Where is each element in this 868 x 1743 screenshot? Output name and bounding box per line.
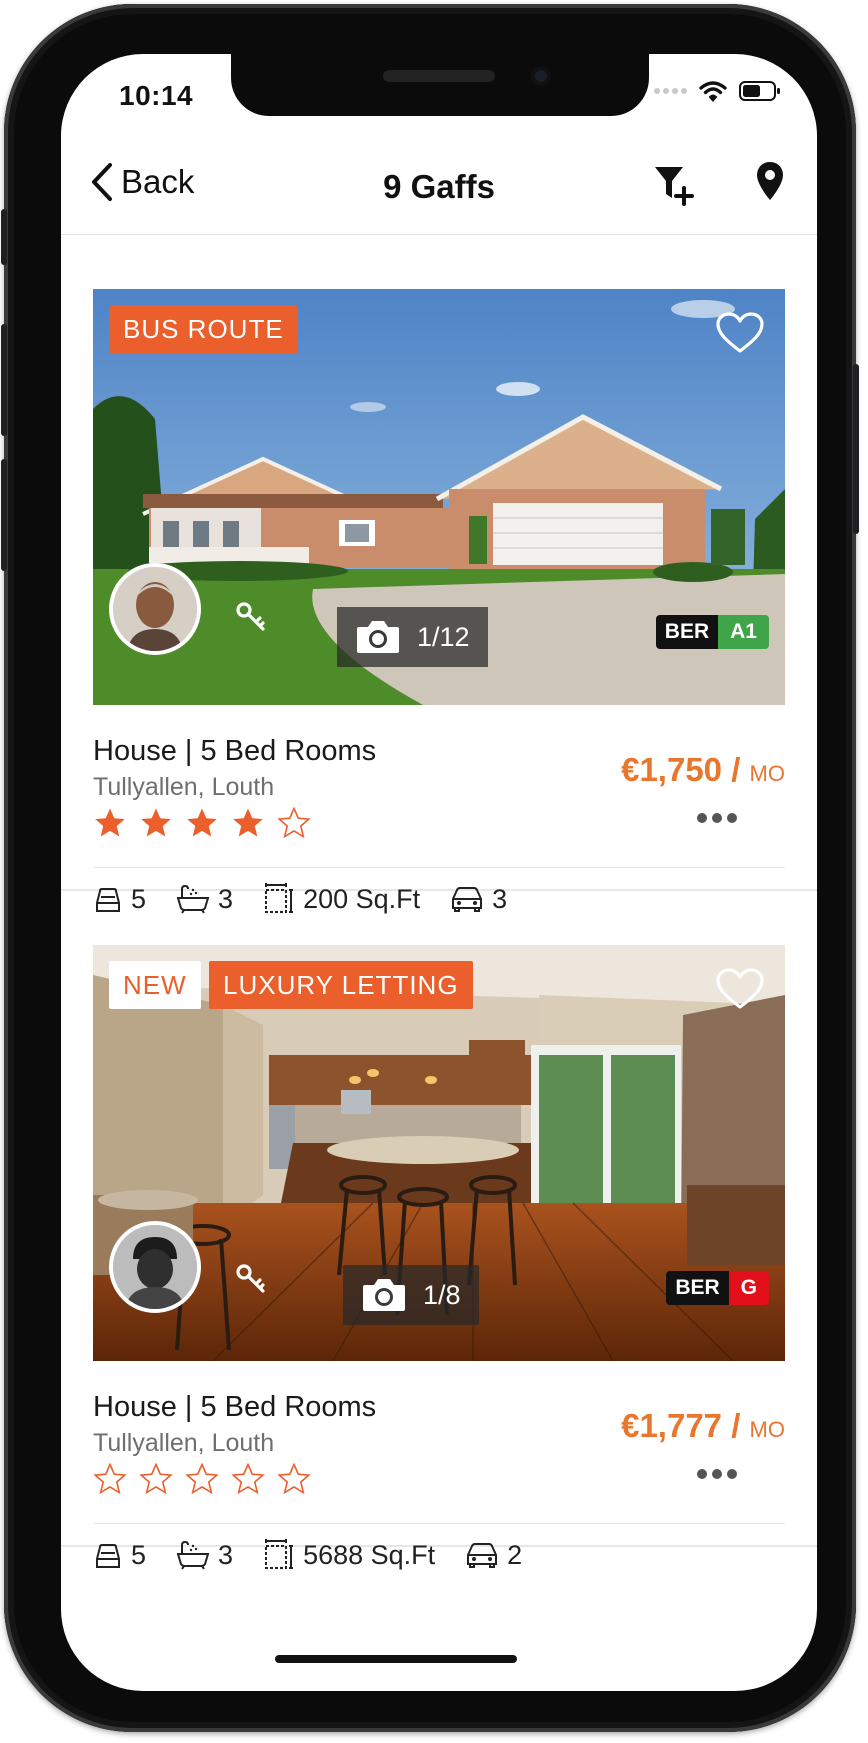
star-outline-icon <box>139 1463 173 1495</box>
ber-rating-badge: BER G <box>666 1271 769 1305</box>
listing-location: Tullyallen, Louth <box>93 1429 275 1457</box>
photo-count-text: 1/8 <box>423 1279 461 1310</box>
star-outline-icon <box>277 1463 311 1495</box>
app-screen: 10:14 Back 9 Gaffs BUS ROUTE 1/12 BER A1… <box>61 54 817 1691</box>
listing-photo[interactable]: BUS ROUTE 1/12 BER A1 <box>93 289 785 705</box>
area-icon <box>265 1539 294 1569</box>
price-amount: €1,750 / <box>621 751 741 788</box>
listing-tag: NEW <box>109 961 201 1009</box>
key-icon[interactable] <box>235 601 267 633</box>
back-button[interactable]: Back <box>89 162 194 202</box>
star-outline-icon <box>93 1463 127 1495</box>
home-indicator[interactable] <box>275 1655 517 1663</box>
star-icon <box>141 808 171 837</box>
star-outline-icon <box>277 807 311 839</box>
feature-bathrooms: 3 <box>176 1540 233 1571</box>
ber-label: BER <box>655 615 719 649</box>
camera-icon <box>363 1279 405 1311</box>
listing-tag: LUXURY LETTING <box>209 961 473 1009</box>
listing-title[interactable]: House | 5 Bed Rooms <box>93 1391 376 1424</box>
star-icon <box>233 808 263 837</box>
agent-avatar[interactable] <box>109 563 201 655</box>
bedroom-count: 5 <box>131 1539 147 1570</box>
listing-photo[interactable]: NEW LUXURY LETTING 1/8 BER G <box>93 945 785 1361</box>
status-time: 10:14 <box>119 80 194 111</box>
speaker <box>383 70 495 82</box>
divider <box>93 1523 785 1524</box>
listing-price: €1,750 / MO <box>621 751 785 789</box>
parking-count: 2 <box>507 1539 523 1570</box>
listing-price: €1,777 / MO <box>621 1407 785 1445</box>
heart-icon <box>716 312 764 353</box>
location-pin-icon <box>757 162 783 200</box>
battery-icon <box>739 81 780 101</box>
nav-bar: Back 9 Gaffs <box>61 142 817 235</box>
front-camera <box>531 66 551 86</box>
notch <box>231 54 649 116</box>
more-options-button[interactable] <box>697 1469 737 1479</box>
divider <box>93 867 785 868</box>
wifi-icon <box>699 81 727 102</box>
photo-count-text: 1/12 <box>417 621 470 652</box>
ber-rating-value: G <box>728 1271 769 1305</box>
feature-list: 5 3 5688 Sq.Ft 2 <box>93 1539 522 1571</box>
heart-icon <box>716 968 764 1009</box>
favorite-button[interactable] <box>715 967 765 1016</box>
agent-portrait <box>113 567 197 651</box>
back-label: Back <box>121 163 195 200</box>
star-icon <box>187 808 217 837</box>
listing-location: Tullyallen, Louth <box>93 773 275 801</box>
status-icons <box>653 80 781 102</box>
back-chevron-icon <box>92 163 112 201</box>
listing-info: House | 5 Bed Rooms Tullyallen, Louth €1… <box>93 1373 785 1570</box>
agent-portrait <box>113 1225 197 1309</box>
listing-title[interactable]: House | 5 Bed Rooms <box>93 735 376 768</box>
listing-feed[interactable]: BUS ROUTE 1/12 BER A1 House | 5 Bed Room… <box>61 235 817 1570</box>
ber-rating-badge: BER A1 <box>655 615 769 649</box>
add-filter-button[interactable] <box>653 164 697 211</box>
price-unit: MO <box>749 1417 785 1442</box>
star-outline-icon <box>231 1463 265 1495</box>
star-icon <box>95 808 125 837</box>
photo-gallery-button[interactable]: 1/12 <box>337 607 488 667</box>
star-outline-icon <box>185 1463 219 1495</box>
star-rating[interactable] <box>93 1463 311 1495</box>
listing-info: House | 5 Bed Rooms Tullyallen, Louth €1… <box>93 717 785 914</box>
volume-down-button <box>1 459 7 571</box>
more-options-button[interactable] <box>697 813 737 823</box>
key-icon[interactable] <box>235 1263 267 1295</box>
map-view-button[interactable] <box>755 160 785 207</box>
cellular-signal-icon <box>654 88 687 94</box>
listing-card[interactable]: BUS ROUTE 1/12 BER A1 House | 5 Bed Room… <box>61 235 817 914</box>
area-value: 5688 Sq.Ft <box>303 1539 436 1570</box>
agent-avatar[interactable] <box>109 1221 201 1313</box>
photo-gallery-button[interactable]: 1/8 <box>343 1265 479 1325</box>
listing-card[interactable]: NEW LUXURY LETTING 1/8 BER G House | 5 B… <box>61 891 817 1570</box>
bathroom-count: 3 <box>218 1539 234 1570</box>
feature-parking: 2 <box>465 1540 522 1571</box>
volume-up-button <box>1 324 7 436</box>
power-button <box>853 364 859 534</box>
phone-frame: 10:14 Back 9 Gaffs BUS ROUTE 1/12 BER A1… <box>1 4 859 1732</box>
ber-rating-value: A1 <box>718 615 769 649</box>
car-icon <box>467 1543 498 1568</box>
star-rating[interactable] <box>93 807 311 839</box>
favorite-button[interactable] <box>715 311 765 360</box>
bed-icon <box>96 1544 120 1568</box>
bathtub-icon <box>176 1540 210 1570</box>
mute-switch <box>1 209 7 265</box>
ber-label: BER <box>666 1271 729 1305</box>
feature-area: 5688 Sq.Ft <box>263 1539 435 1571</box>
listing-tag: BUS ROUTE <box>109 305 298 353</box>
feature-bedrooms: 5 <box>93 1540 146 1571</box>
price-amount: €1,777 / <box>621 1407 741 1444</box>
camera-icon <box>357 621 399 653</box>
filter-add-icon <box>655 167 694 206</box>
price-unit: MO <box>749 761 785 786</box>
